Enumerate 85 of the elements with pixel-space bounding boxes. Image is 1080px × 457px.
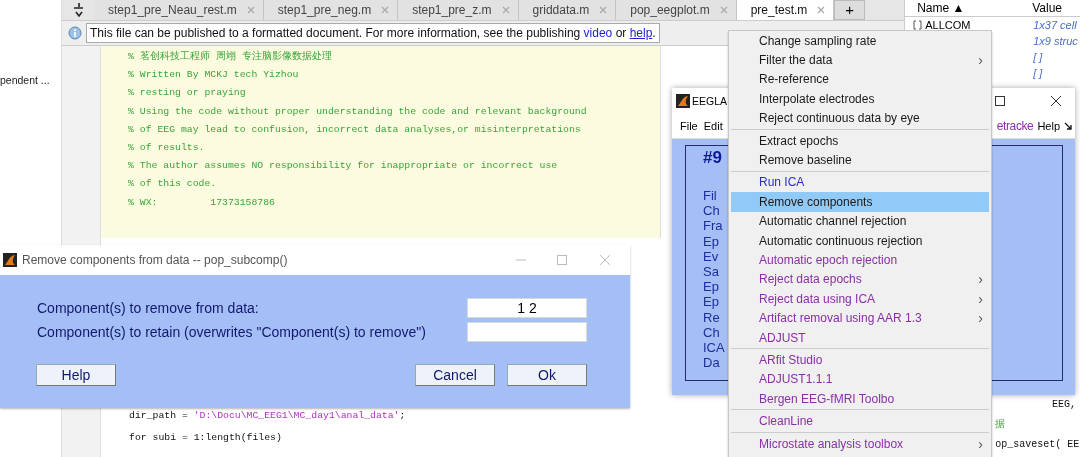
- file-tab[interactable]: pop_eegplot.m: [616, 0, 737, 20]
- maximize-icon[interactable]: [995, 96, 1005, 106]
- menu-item[interactable]: Change sampling rate: [731, 31, 989, 51]
- column-header[interactable]: Value: [1032, 1, 1062, 15]
- menu-item[interactable]: Interpolate electrodes: [731, 89, 989, 109]
- dialog-button[interactable]: Ok: [507, 364, 587, 386]
- dataset-field: Ep: [703, 233, 719, 249]
- code-line: dir_path = 'D:\Docu\MC_EEG1\MC_day1\anal_data';: [129, 409, 406, 423]
- menu-item[interactable]: Help: [1037, 120, 1060, 132]
- video-link[interactable]: video: [583, 26, 613, 40]
- cell-array-icon: [913, 20, 923, 30]
- menu-item[interactable]: Filter the data ›: [731, 50, 989, 70]
- code-comment: % of EEG may lead to confusion, incorrect data analyses,or misinterpretations: [128, 122, 582, 137]
- menu-item[interactable]: Remove components: [731, 192, 989, 212]
- code-line: op_saveset( EE: [995, 438, 1080, 452]
- input-field[interactable]: 1 2: [467, 298, 587, 318]
- window-title: EEGLA: [692, 95, 728, 107]
- file-tab[interactable]: pre_test.m: [736, 0, 835, 20]
- variable-value: [ ]: [1033, 51, 1043, 63]
- dataset-field: Fra: [703, 218, 723, 234]
- code-line: for subi = 1:length(files): [129, 431, 282, 445]
- dataset-field: Sa: [703, 264, 719, 280]
- menu-item[interactable]: Re-reference: [731, 69, 989, 90]
- menu-item[interactable]: Automatic channel rejection: [731, 211, 989, 231]
- file-tab[interactable]: step1_pre_neg.m: [263, 0, 399, 20]
- menu-item[interactable]: CleanLine: [731, 411, 989, 431]
- file-tab[interactable]: step1_pre_Neau_rest.m: [94, 0, 264, 20]
- dataset-field: Fil: [703, 188, 717, 204]
- menu-item[interactable]: ARfit Studio: [731, 350, 989, 370]
- dataset-field: ICA: [703, 340, 725, 356]
- menu-item[interactable]: File: [680, 120, 698, 132]
- column-header[interactable]: Name ▲: [905, 1, 1033, 15]
- dataset-field: Ep: [703, 294, 719, 310]
- publish-info-message: This file can be published to a formatted document. For more information, see the publishing video or help.: [86, 23, 660, 43]
- dataset-field: Da: [703, 355, 720, 371]
- menu-item[interactable]: Automatic epoch rejection: [731, 250, 989, 270]
- dataset-field: Ch: [703, 324, 720, 341]
- menu-item[interactable]: Remove baseline: [731, 150, 989, 170]
- menu-item[interactable]: Reject continuous data by eye: [731, 108, 989, 128]
- dataset-number: #9: [703, 148, 722, 169]
- code-comment: % Using the code without proper understanding the code and relevant background: [128, 104, 588, 119]
- field-label: Component(s) to retain (overwrites "Component(s) to remove"): [37, 324, 426, 340]
- code-line: 据: [995, 418, 1006, 432]
- variable-name: ALLCOM: [925, 19, 971, 31]
- variable-value: 1x37 cell: [1033, 19, 1077, 31]
- menu-item[interactable]: Bergen EEG-fMRI Toolbo: [731, 389, 989, 409]
- dialog-button[interactable]: Cancel: [415, 364, 495, 386]
- close-icon[interactable]: [1051, 96, 1061, 106]
- list-item[interactable]: pendent ...: [0, 74, 62, 86]
- dataset-field: Ev: [703, 248, 719, 264]
- dataset-field: Re: [703, 309, 720, 325]
- add-tab-button[interactable]: +: [834, 0, 866, 20]
- field-label: Component(s) to remove from data:: [37, 300, 259, 316]
- variable-value: [ ]: [1033, 67, 1043, 79]
- code-line: EEG,: [1052, 398, 1076, 412]
- menu-item[interactable]: ADJUST1.1.1: [731, 369, 989, 390]
- menu-item[interactable]: Edit: [703, 120, 723, 132]
- file-tab[interactable]: step1_pre_z.m: [398, 0, 519, 20]
- menu-item[interactable]: Reject data using ICA ›: [731, 289, 989, 309]
- app-logo-icon: [3, 253, 17, 267]
- menu-item[interactable]: Reject data epochs ›: [731, 269, 989, 290]
- dialog-button[interactable]: Help: [36, 364, 116, 386]
- menu-item[interactable]: Extract epochs: [731, 130, 989, 151]
- info-icon: [68, 26, 82, 40]
- dataset-field: Ep: [703, 279, 719, 295]
- input-field[interactable]: [467, 322, 587, 342]
- menu-item[interactable]: Microstate analysis toolbox ›: [731, 433, 989, 454]
- menu-item[interactable]: Run ICA: [731, 172, 989, 193]
- code-comment: % 茗创科技工程师 周翊 专注脑影像数据处理: [128, 49, 333, 64]
- variable-value: 1x9 struc: [1033, 35, 1078, 47]
- code-comment: % Written By MCKJ tech Yizhou: [128, 68, 300, 83]
- menu-item[interactable]: Automatic continuous rejection: [731, 230, 989, 251]
- code-comment: % WX: 17373158786: [128, 195, 276, 210]
- code-comment: % of results.: [128, 141, 206, 155]
- code-comment: % The author assumes NO responsibility for inappropriate or incorrect use: [128, 159, 559, 174]
- window-title: Remove components from data -- pop_subcomp(): [22, 253, 289, 267]
- menu-item[interactable]: etracke: [996, 119, 1034, 133]
- menu-item[interactable]: ADJUST: [731, 327, 989, 348]
- file-tab[interactable]: griddata.m: [518, 0, 617, 20]
- app-logo-icon: [676, 94, 690, 108]
- code-comment: % resting or praying: [128, 86, 247, 101]
- arrow-icon[interactable]: [1064, 121, 1073, 131]
- code-comment: % of this code.: [128, 177, 218, 192]
- dataset-field: Ch: [703, 203, 720, 219]
- menu-item[interactable]: Artifact removal using AAR 1.3 ›: [731, 308, 989, 328]
